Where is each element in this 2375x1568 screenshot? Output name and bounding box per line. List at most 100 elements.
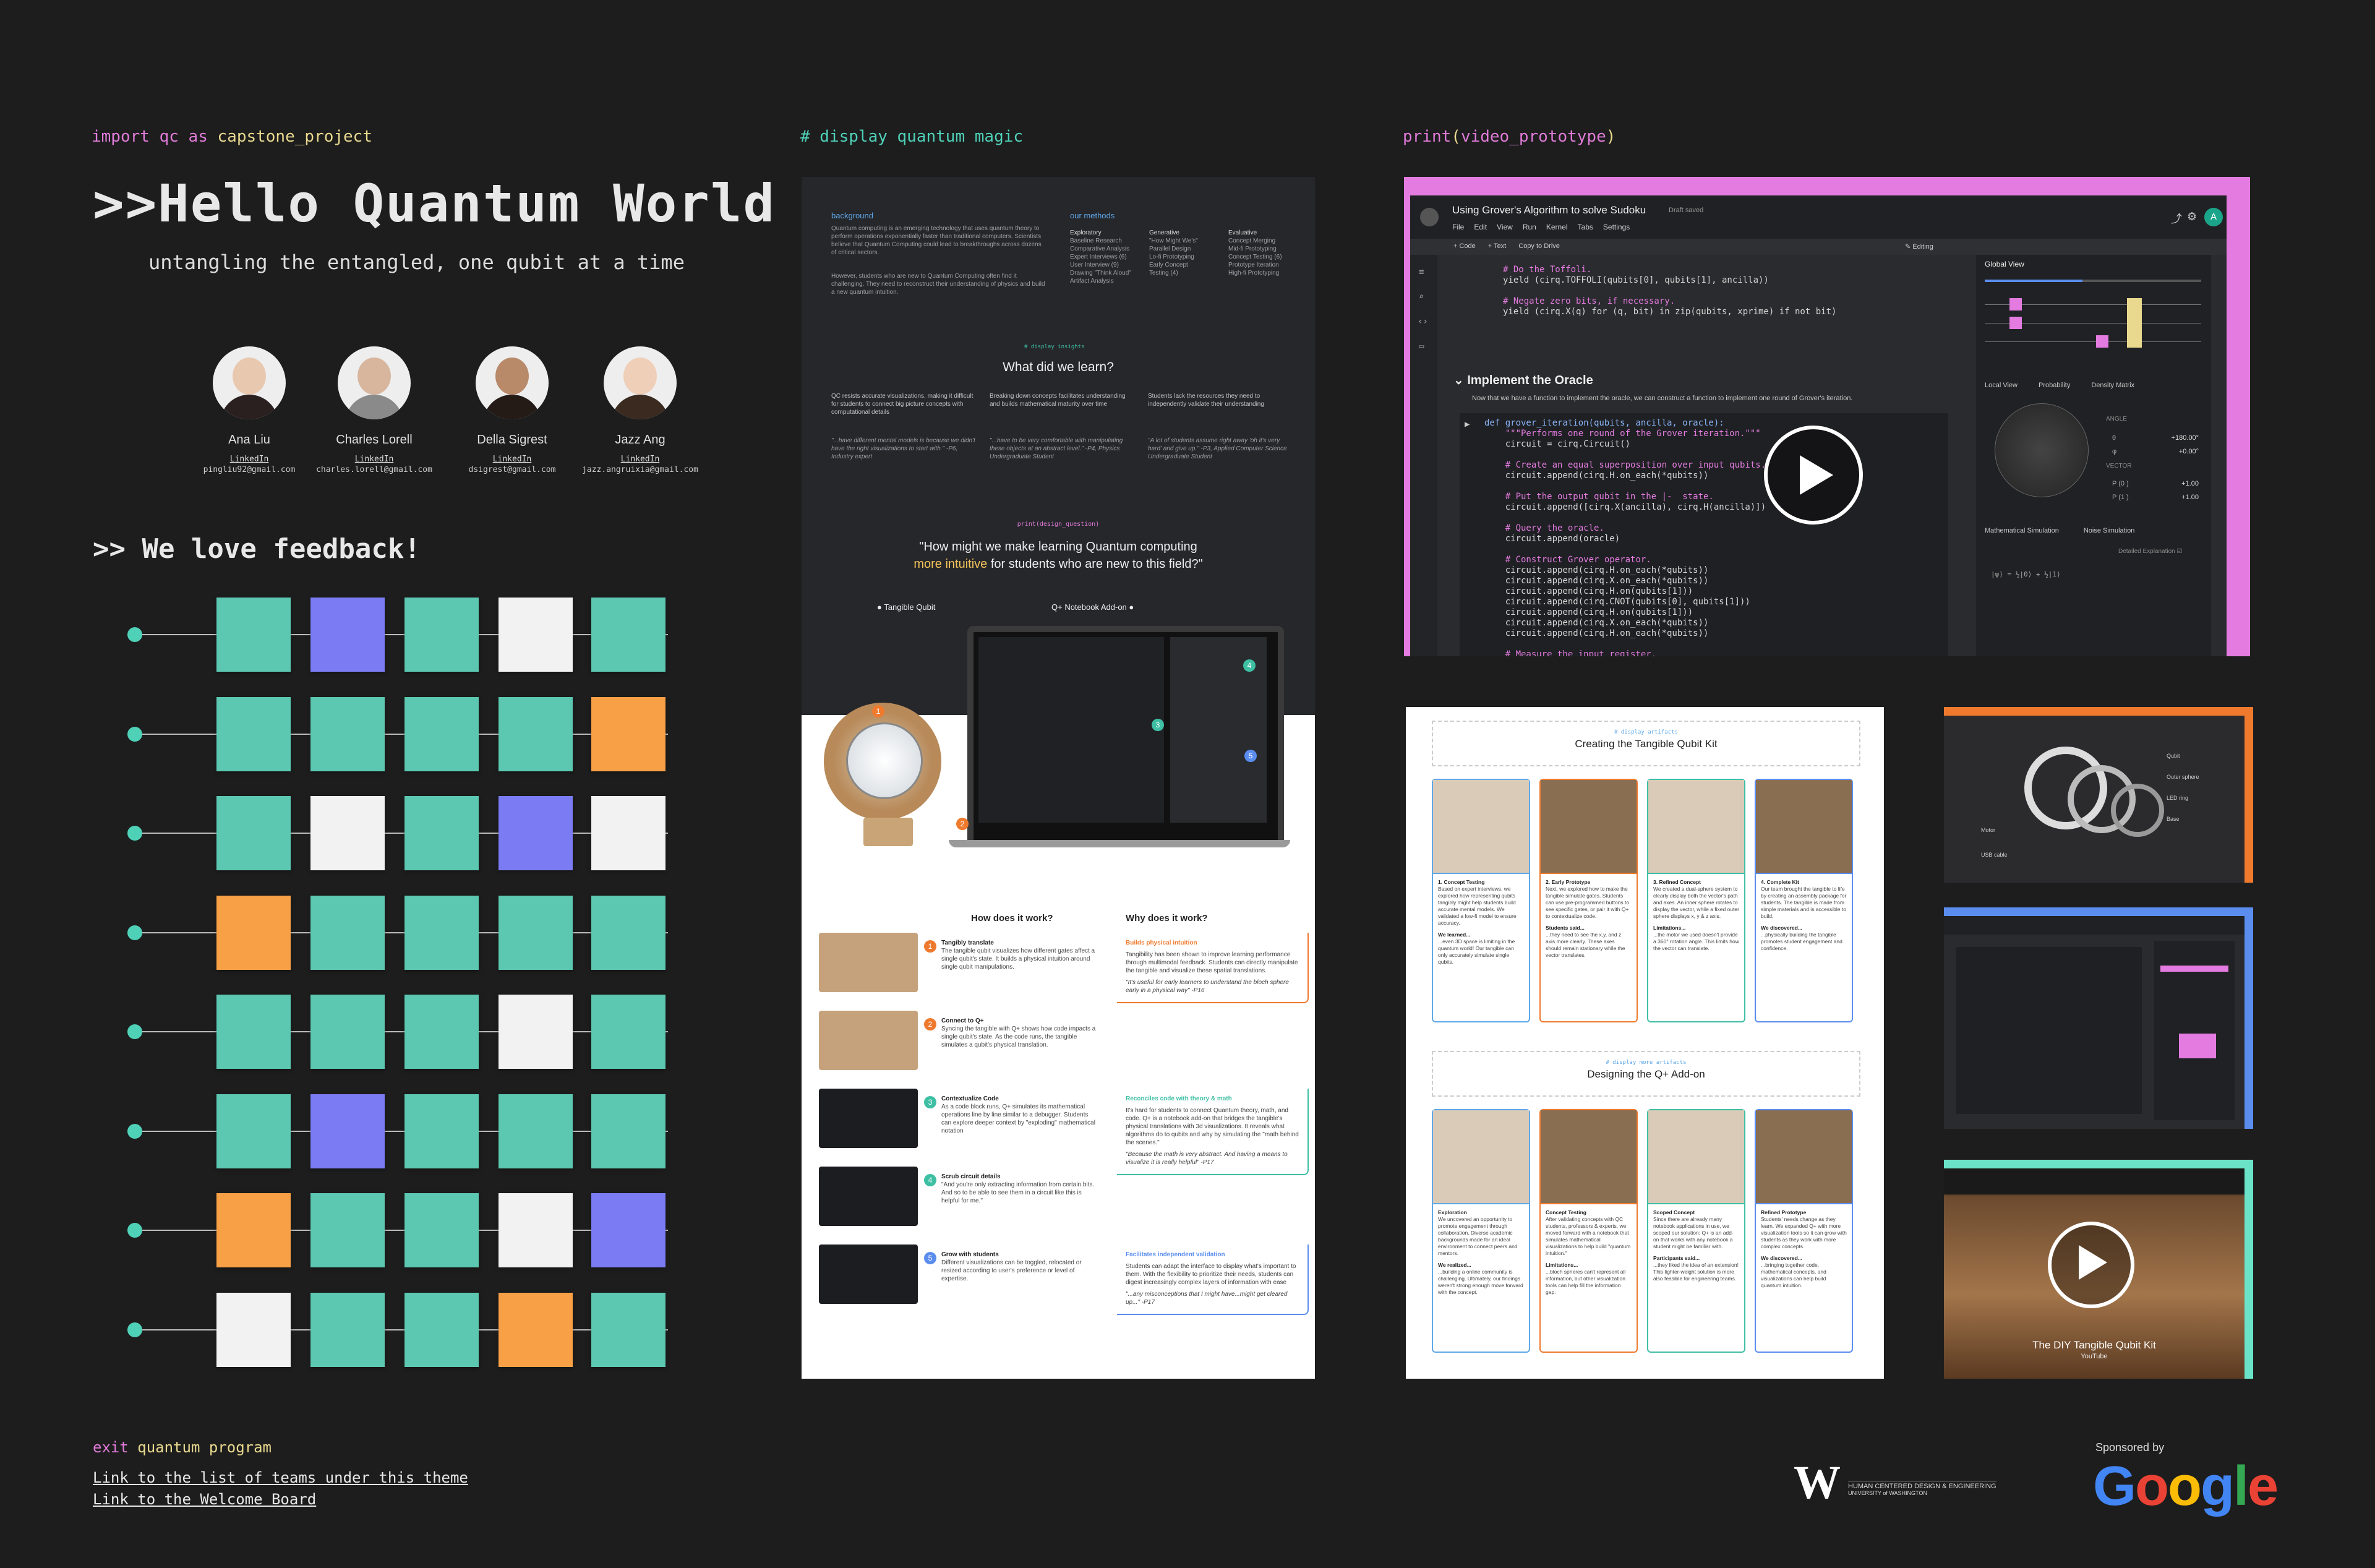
sticky-note[interactable] bbox=[591, 598, 665, 672]
sticky-note[interactable] bbox=[310, 697, 385, 771]
google-logo: Google bbox=[2093, 1455, 2279, 1519]
param-value[interactable]: +1.00 bbox=[2162, 494, 2199, 501]
sticky-note[interactable] bbox=[404, 796, 479, 870]
sticky-note[interactable] bbox=[499, 1193, 573, 1267]
sticky-note[interactable] bbox=[404, 1193, 479, 1267]
run-cell-icon[interactable]: ▶ bbox=[1465, 419, 1470, 429]
bloch-sphere[interactable] bbox=[1995, 403, 2089, 497]
timeline-slider[interactable] bbox=[1985, 280, 2201, 282]
param-value[interactable]: +0.00° bbox=[2162, 448, 2199, 455]
sticky-note[interactable] bbox=[310, 1293, 385, 1367]
feedback-row-dot[interactable] bbox=[127, 1223, 142, 1238]
member-linkedin-link[interactable]: LinkedIn bbox=[312, 455, 436, 464]
code-line: circuit.append(oracle) bbox=[1484, 534, 1620, 544]
sticky-note[interactable] bbox=[404, 1293, 479, 1367]
toolbar-button[interactable]: Copy to Drive bbox=[1518, 242, 1560, 250]
sticky-note[interactable] bbox=[499, 796, 573, 870]
sticky-note[interactable] bbox=[404, 697, 479, 771]
member-name: Ana Liu bbox=[228, 433, 270, 447]
sticky-note[interactable] bbox=[499, 995, 573, 1069]
simulation-tab[interactable]: Noise Simulation bbox=[2084, 527, 2135, 534]
sticky-note[interactable] bbox=[310, 1193, 385, 1267]
feedback-row-dot[interactable] bbox=[127, 826, 142, 841]
menu-item[interactable]: Run bbox=[1523, 223, 1536, 231]
toolbar-button[interactable]: + Code bbox=[1453, 242, 1476, 250]
sticky-note[interactable] bbox=[499, 1293, 573, 1367]
menu-item[interactable]: File bbox=[1452, 223, 1464, 231]
search-icon[interactable]: ⌕ bbox=[1419, 292, 1424, 302]
simulation-tab[interactable]: Mathematical Simulation bbox=[1985, 527, 2059, 534]
step-image bbox=[819, 1167, 918, 1226]
param-value[interactable]: +1.00 bbox=[2162, 480, 2199, 487]
sticky-note[interactable] bbox=[216, 995, 291, 1069]
sticky-note[interactable] bbox=[216, 1094, 291, 1168]
menu-item[interactable]: Tabs bbox=[1578, 223, 1593, 231]
sticky-note[interactable] bbox=[216, 796, 291, 870]
sticky-note[interactable] bbox=[310, 796, 385, 870]
code-cell-main[interactable]: ▶ def grover_iteration(qubits, ancilla, … bbox=[1460, 413, 1948, 656]
feedback-row-dot[interactable] bbox=[127, 1322, 142, 1337]
panel-tab[interactable]: Probability bbox=[2039, 382, 2070, 389]
sticky-note[interactable] bbox=[404, 995, 479, 1069]
sticky-note[interactable] bbox=[310, 896, 385, 970]
sticky-note[interactable] bbox=[216, 896, 291, 970]
sticky-note[interactable] bbox=[591, 697, 665, 771]
feedback-row-dot[interactable] bbox=[127, 727, 142, 742]
sticky-note[interactable] bbox=[310, 995, 385, 1069]
editing-indicator[interactable]: ✎ Editing bbox=[1905, 242, 1933, 251]
global-view-tab[interactable]: Global View bbox=[1985, 260, 2024, 268]
settings-gear-icon[interactable]: ⚙ bbox=[2187, 210, 2197, 223]
user-avatar[interactable]: A bbox=[2204, 208, 2223, 226]
sticky-note[interactable] bbox=[591, 995, 665, 1069]
sticky-note[interactable] bbox=[499, 697, 573, 771]
code-cell-top[interactable]: # Do the Toffoli. yield (cirq.TOFFOLI(qub… bbox=[1503, 265, 1836, 317]
param-value[interactable]: +180.00° bbox=[2162, 434, 2199, 442]
artifact-card: 4. Complete Kit Our team brought the tang… bbox=[1755, 779, 1853, 1022]
youtube-play-button[interactable] bbox=[2048, 1222, 2134, 1308]
teams-link[interactable]: Link to the list of teams under this the… bbox=[93, 1469, 468, 1486]
notebook-thumbnail[interactable] bbox=[1944, 907, 2253, 1129]
sticky-note[interactable] bbox=[216, 1193, 291, 1267]
sticky-note[interactable] bbox=[310, 1094, 385, 1168]
notebook-title[interactable]: Using Grover's Algorithm to solve Sudoku bbox=[1452, 204, 1646, 216]
sticky-note[interactable] bbox=[404, 1094, 479, 1168]
menu-item[interactable]: Kernel bbox=[1546, 223, 1568, 231]
toc-icon[interactable]: ≡ bbox=[1419, 267, 1424, 277]
feedback-row-dot[interactable] bbox=[127, 1124, 142, 1139]
panel-tab[interactable]: Local View bbox=[1985, 382, 2018, 389]
sticky-note[interactable] bbox=[591, 1094, 665, 1168]
sticky-note[interactable] bbox=[216, 697, 291, 771]
sticky-note[interactable] bbox=[591, 796, 665, 870]
sticky-note[interactable] bbox=[591, 896, 665, 970]
menu-item[interactable]: View bbox=[1497, 223, 1513, 231]
youtube-video-thumbnail[interactable]: The DIY Tangible Qubit Kit YouTube bbox=[1944, 1160, 2253, 1379]
sticky-note[interactable] bbox=[499, 1094, 573, 1168]
panel-tab[interactable]: Density Matrix bbox=[2091, 382, 2134, 389]
menu-item[interactable]: Settings bbox=[1603, 223, 1630, 231]
feedback-row-dot[interactable] bbox=[127, 627, 142, 642]
sticky-note[interactable] bbox=[591, 1193, 665, 1267]
files-icon[interactable]: ▭ bbox=[1419, 341, 1424, 351]
sticky-note[interactable] bbox=[310, 598, 385, 672]
exploded-label: Outer sphere bbox=[2167, 774, 2199, 780]
welcome-board-link[interactable]: Link to the Welcome Board bbox=[93, 1491, 316, 1508]
member-linkedin-link[interactable]: LinkedIn bbox=[578, 455, 702, 464]
member-linkedin-link[interactable]: LinkedIn bbox=[187, 455, 311, 464]
menu-item[interactable]: Edit bbox=[1474, 223, 1487, 231]
toolbar-button[interactable]: + Text bbox=[1488, 242, 1506, 250]
sticky-note[interactable] bbox=[404, 896, 479, 970]
sticky-note[interactable] bbox=[499, 598, 573, 672]
detailed-explanation-toggle[interactable]: Detailed Explanation ☑ bbox=[2118, 548, 2182, 555]
sticky-note[interactable] bbox=[216, 598, 291, 672]
feedback-row-dot[interactable] bbox=[127, 1024, 142, 1039]
sticky-note[interactable] bbox=[591, 1293, 665, 1367]
share-icon[interactable]: ⤴ bbox=[2171, 210, 2182, 226]
feedback-row-dot[interactable] bbox=[127, 925, 142, 940]
exploded-view-thumbnail[interactable]: Qubit Outer sphere LED ring Base Motor USB ca… bbox=[1944, 707, 2253, 883]
member-linkedin-link[interactable]: LinkedIn bbox=[450, 455, 574, 464]
video-play-button[interactable] bbox=[1764, 426, 1863, 525]
sticky-note[interactable] bbox=[404, 598, 479, 672]
sticky-note[interactable] bbox=[216, 1293, 291, 1367]
code-snippets-icon[interactable]: ‹› bbox=[1418, 317, 1428, 327]
sticky-note[interactable] bbox=[499, 896, 573, 970]
